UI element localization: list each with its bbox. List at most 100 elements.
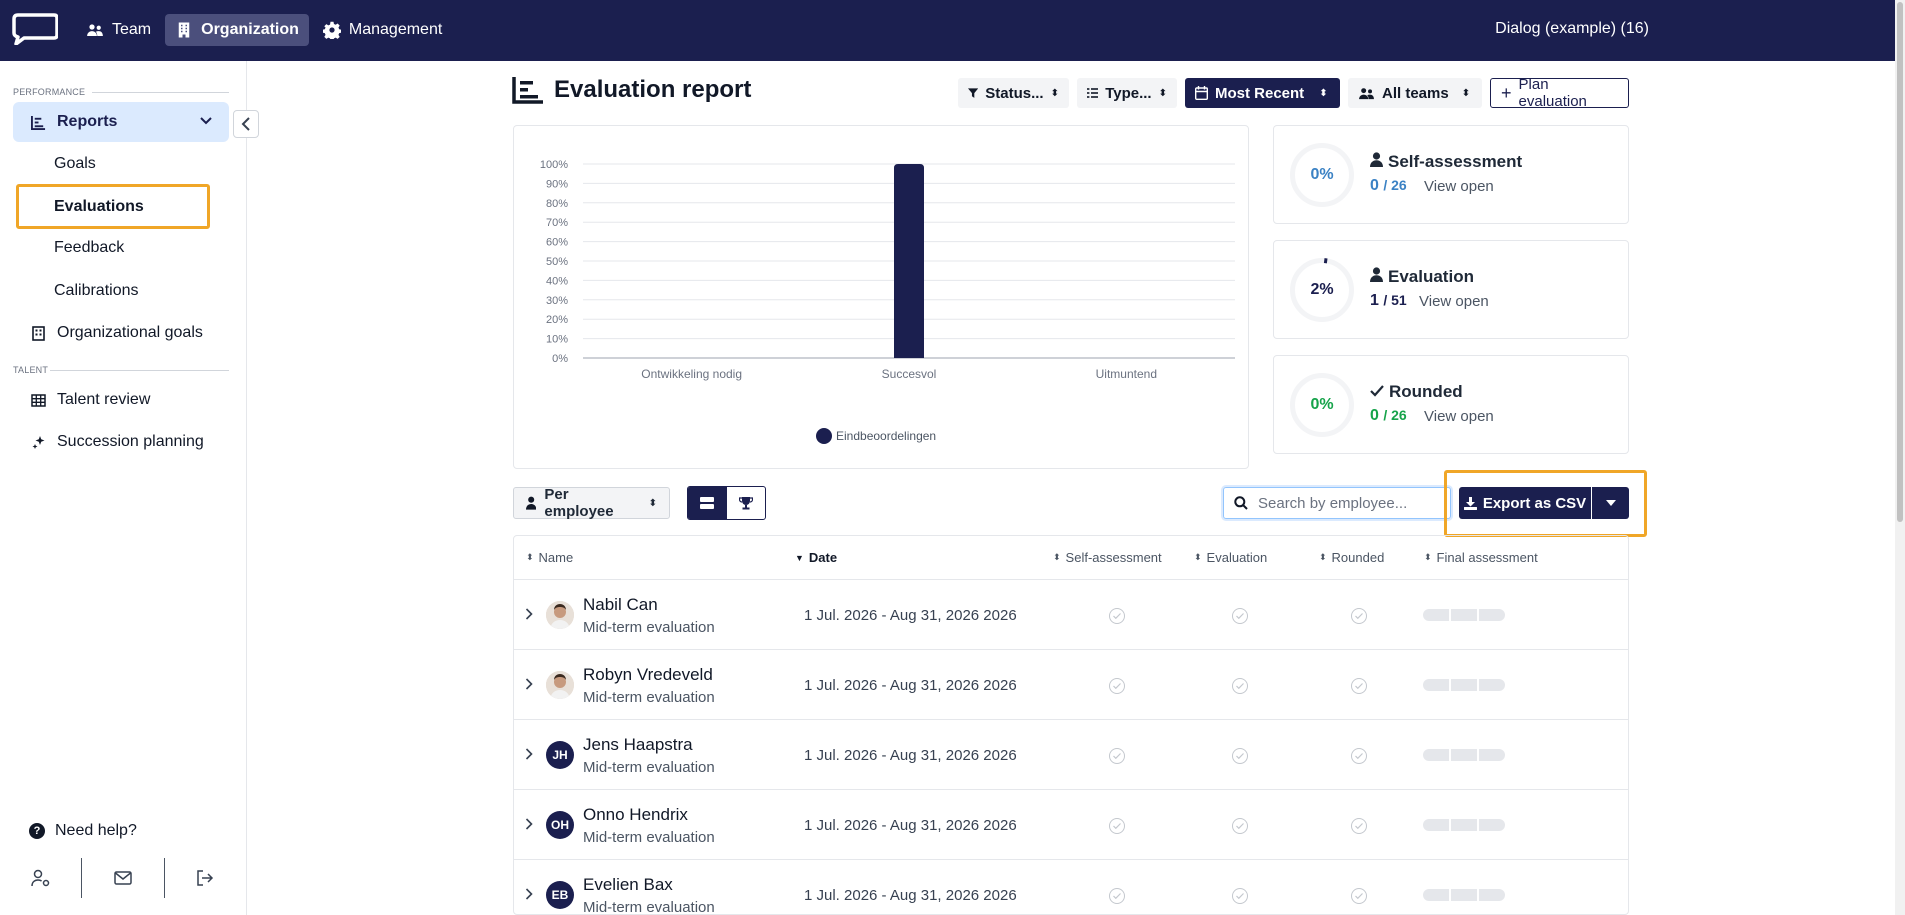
group-by-label: Per employee [544, 486, 614, 520]
chart-icon [29, 115, 47, 130]
sort-icon: ⬍ [1319, 552, 1327, 562]
final-assessment-placeholder [1423, 889, 1505, 901]
sort-filter[interactable]: Most Recent ⬍ [1185, 78, 1340, 108]
search-input[interactable] [1258, 494, 1428, 512]
nav-team[interactable]: Team [76, 14, 161, 46]
logout-button[interactable] [165, 858, 246, 898]
page-title-text: Evaluation report [554, 76, 752, 103]
nav-organization[interactable]: Organization [165, 14, 309, 46]
sidebar-item-talent-review[interactable]: Talent review [13, 380, 229, 420]
y-tick-label: 40% [546, 275, 568, 287]
app-logo-icon[interactable] [12, 13, 58, 45]
teams-filter[interactable]: All teams ⬍ [1348, 78, 1482, 108]
progress-percent: 0% [1310, 396, 1334, 413]
stat-count: 1 / 51 [1370, 292, 1407, 309]
ranking-view-button[interactable] [727, 487, 766, 519]
page-scrollbar[interactable] [1895, 0, 1905, 915]
chevron-right-icon[interactable] [525, 608, 533, 620]
status-check-icon [1232, 818, 1248, 834]
progress-ring: 0% [1290, 373, 1354, 437]
view-open-link[interactable]: View open [1424, 178, 1494, 195]
chevron-right-icon[interactable] [525, 678, 533, 690]
messages-button[interactable] [82, 858, 165, 898]
sidebar-item-calibrations[interactable]: Calibrations [13, 271, 229, 311]
section-divider [92, 92, 229, 93]
trophy-icon [738, 497, 753, 510]
chevron-right-icon[interactable] [525, 888, 533, 900]
sidebar-item-reports[interactable]: Reports [13, 102, 229, 142]
chevron-right-icon[interactable] [525, 748, 533, 760]
status-filter[interactable]: Status... ⬍ [958, 78, 1069, 108]
x-tick-label: Ontwikkeling nodig [641, 367, 742, 381]
column-date[interactable]: ▼ Date [795, 550, 837, 565]
caret-down-icon [1605, 500, 1616, 506]
count-total: 26 [1391, 177, 1407, 193]
employee-name[interactable]: Onno Hendrix [583, 805, 688, 825]
y-tick-label: 60% [546, 237, 568, 249]
calendar-icon [1195, 86, 1208, 100]
status-filter-label: Status... [985, 84, 1044, 102]
sort-icon: ⬍ [526, 552, 534, 562]
page-title: Evaluation report [512, 76, 751, 104]
column-final-assessment[interactable]: ⬍ Final assessment [1424, 550, 1538, 565]
employee-name[interactable]: Robyn Vredeveld [583, 665, 713, 685]
plan-evaluation-button[interactable]: + Plan evaluation [1490, 76, 1629, 110]
sidebar-item-label: Evaluations [54, 197, 144, 215]
sort-icon: ⬍ [1319, 87, 1328, 99]
sidebar-item-goals[interactable]: Goals [13, 144, 229, 184]
sidebar-item-evaluations[interactable]: Evaluations [16, 184, 210, 229]
collapse-sidebar-button[interactable] [233, 110, 259, 138]
column-evaluation[interactable]: ⬍ Evaluation [1194, 550, 1267, 565]
chevron-left-icon [241, 117, 250, 131]
scrollbar-thumb[interactable] [1897, 2, 1903, 522]
chevron-right-icon[interactable] [525, 818, 533, 830]
type-filter[interactable]: Type... ⬍ [1077, 78, 1177, 108]
count-done: 1 [1370, 292, 1379, 309]
sidebar-item-feedback[interactable]: Feedback [13, 228, 229, 268]
sort-icon: ⬍ [648, 497, 657, 509]
nav-management[interactable]: Management [313, 14, 452, 46]
sidebar-item-organizational-goals[interactable]: Organizational goals [13, 313, 229, 353]
list-view-button[interactable] [688, 487, 727, 519]
nav-organization-label: Organization [201, 21, 299, 38]
sort-icon: ⬍ [1424, 552, 1432, 562]
view-open-link[interactable]: View open [1424, 408, 1494, 425]
avatar [546, 601, 574, 629]
download-icon [1463, 496, 1477, 510]
stat-title: Self-assessment [1370, 152, 1522, 172]
column-label: Evaluation [1206, 550, 1268, 565]
table-row[interactable]: EB Evelien Bax Mid-term evaluation 1 Jul. 2… [514, 860, 1628, 915]
stat-title-text: Rounded [1389, 382, 1463, 401]
export-csv-button[interactable]: Export as CSV [1459, 487, 1591, 519]
status-check-icon [1109, 608, 1125, 624]
table-row[interactable]: Nabil Can Mid-term evaluation 1 Jul. 2026 … [514, 580, 1628, 650]
column-rounded[interactable]: ⬍ Rounded [1319, 550, 1384, 565]
column-self-assessment[interactable]: ⬍ Self-assessment [1053, 550, 1162, 565]
status-check-icon [1232, 888, 1248, 904]
column-label: Name [538, 550, 574, 565]
question-icon: ? [29, 823, 45, 839]
employee-search [1223, 487, 1451, 519]
employee-name[interactable]: Nabil Can [583, 595, 658, 615]
column-name[interactable]: ⬍ Name [526, 550, 573, 565]
employee-name[interactable]: Jens Haapstra [583, 735, 693, 755]
workspace-switcher[interactable]: Dialog (example) (16) [1495, 20, 1649, 38]
progress-ring: 2% [1290, 258, 1354, 322]
evaluation-type: Mid-term evaluation [583, 899, 715, 915]
help-link[interactable]: ? Need help? [29, 822, 137, 840]
export-options-dropdown[interactable] [1592, 487, 1629, 519]
evaluation-date: 1 Jul. 2026 - Aug 31, 2026 2026 [804, 747, 1017, 764]
user-settings-button[interactable] [0, 858, 83, 898]
employee-name[interactable]: Evelien Bax [583, 875, 673, 895]
view-open-link[interactable]: View open [1419, 293, 1489, 310]
avatar: EB [546, 881, 574, 909]
status-check-icon [1351, 608, 1367, 624]
group-by-select[interactable]: Per employee ⬍ [513, 486, 670, 520]
sidebar-item-succession-planning[interactable]: Succession planning [13, 422, 229, 462]
count-done: 0 [1370, 177, 1379, 194]
table-row[interactable]: OH Onno Hendrix Mid-term evaluation 1 Jul. … [514, 790, 1628, 860]
sort-icon: ⬍ [1050, 87, 1059, 99]
sidebar-item-label: Succession planning [57, 433, 204, 450]
table-row[interactable]: Robyn Vredeveld Mid-term evaluation 1 Jul.… [514, 650, 1628, 720]
table-row[interactable]: JH Jens Haapstra Mid-term evaluation 1 Jul.… [514, 720, 1628, 790]
